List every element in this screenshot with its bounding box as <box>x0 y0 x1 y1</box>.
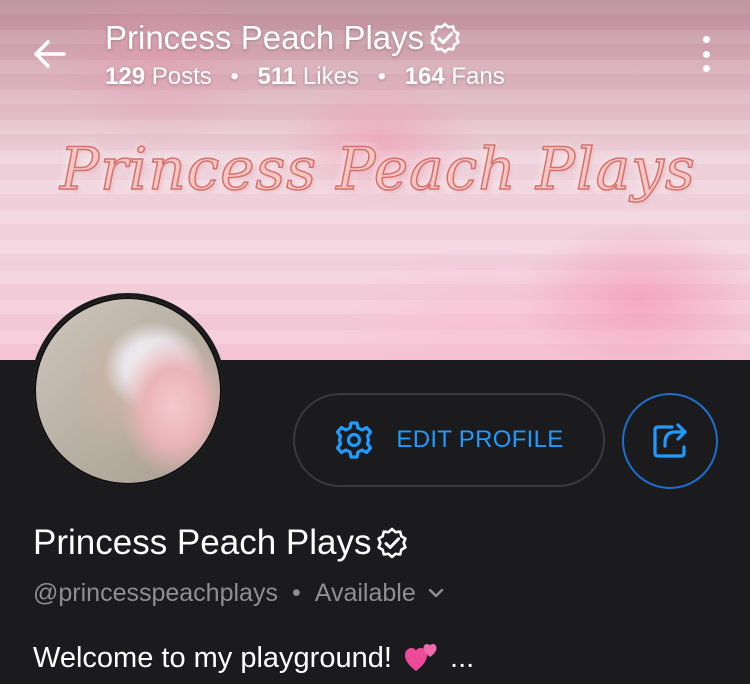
profile-handle: @princesspeachplays <box>33 579 278 607</box>
likes-count: 511 <box>257 63 297 90</box>
header-title-text: Princess Peach Plays <box>105 19 425 56</box>
edit-profile-label: EDIT PROFILE <box>396 426 564 453</box>
availability-status-dropdown[interactable]: Available <box>315 576 446 610</box>
avatar[interactable] <box>30 293 226 489</box>
profile-name: Princess Peach Plays <box>33 520 409 566</box>
handle-row: @princesspeachplays • Available <box>33 576 446 610</box>
two-hearts-emoji <box>404 643 438 673</box>
profile-bio: Welcome to my playground! ... <box>33 638 474 678</box>
verified-badge-icon <box>375 526 409 560</box>
posts-count: 129 <box>105 63 146 90</box>
fans-label: Fans <box>451 63 505 90</box>
gear-icon <box>336 421 373 459</box>
header-title-block: Princess Peach Plays 129 Posts • 511 Lik… <box>105 16 505 94</box>
chevron-down-icon <box>428 588 443 598</box>
fans-count: 164 <box>404 63 445 90</box>
bio-text: Welcome to my playground! <box>33 642 392 674</box>
top-bar: Princess Peach Plays 129 Posts • 511 Lik… <box>0 0 750 110</box>
availability-status-label: Available <box>314 579 416 607</box>
share-button[interactable] <box>622 393 718 489</box>
stats-separator: • <box>230 63 239 90</box>
banner-script-text: Princess Peach Plays <box>59 134 696 204</box>
verified-badge-icon <box>428 21 462 55</box>
back-button[interactable] <box>30 34 70 74</box>
more-options-button[interactable] <box>690 36 722 76</box>
likes-label: Likes <box>302 63 359 90</box>
posts-label: Posts <box>151 63 212 90</box>
handle-separator: • <box>291 579 301 607</box>
header-title: Princess Peach Plays <box>105 16 505 60</box>
profile-name-text: Princess Peach Plays <box>33 523 372 562</box>
stats-separator: • <box>377 63 386 90</box>
bio-truncation[interactable]: ... <box>450 642 474 674</box>
back-arrow-icon <box>34 40 66 68</box>
edit-profile-button[interactable]: EDIT PROFILE <box>293 393 605 487</box>
share-icon <box>653 423 687 458</box>
more-vertical-icon <box>702 36 710 72</box>
header-stats: 129 Posts • 511 Likes • 164 Fans <box>105 60 505 94</box>
